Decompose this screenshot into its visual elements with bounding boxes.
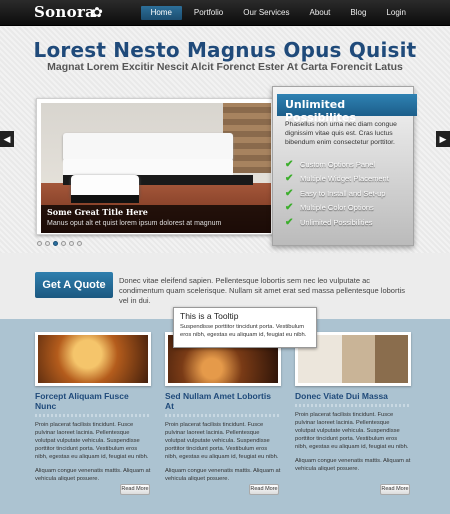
feature-label: Unlimited Possibilities bbox=[300, 217, 373, 227]
nav-our-services[interactable]: Our Services bbox=[235, 6, 297, 20]
slider-prev-button[interactable]: ◀ bbox=[0, 131, 14, 147]
column-title[interactable]: Donec Viate Dui Massa bbox=[295, 391, 411, 401]
tooltip-title: This is a Tooltip bbox=[180, 311, 239, 321]
check-icon: ✔ bbox=[285, 173, 294, 185]
arrow-left-icon: ◀ bbox=[3, 134, 11, 144]
slider-dot[interactable] bbox=[61, 241, 66, 246]
content-column: Donec Viate Dui Massa Proin placerat fac… bbox=[295, 332, 411, 473]
feature-item: ✔ Multiple Widget Placement bbox=[285, 172, 413, 187]
feature-label: Custom Options Panel bbox=[300, 159, 376, 169]
column-divider bbox=[165, 414, 281, 417]
feature-list: ✔ Custom Options Panel ✔ Multiple Widget P… bbox=[285, 157, 413, 230]
slide-caption: Some Great Title Here Manus oput alt et … bbox=[41, 205, 271, 233]
get-quote-button[interactable]: Get A Quote bbox=[35, 272, 113, 298]
nav-home[interactable]: Home bbox=[140, 6, 182, 20]
tooltip: This is a Tooltip Suspendisse porttitor … bbox=[173, 307, 317, 348]
nav-login[interactable]: Login bbox=[378, 6, 414, 20]
hero-title: Lorest Nesto Magnus Opus Quisit bbox=[33, 38, 417, 62]
feature-label: Easy to Install and Set-up bbox=[300, 188, 386, 198]
check-icon: ✔ bbox=[285, 216, 294, 228]
read-more-button[interactable]: Read More bbox=[120, 484, 150, 495]
panel-heading: Unlimited Possibilites bbox=[277, 94, 417, 124]
main-nav: Home Portfolio Our Services About Blog L… bbox=[137, 6, 414, 20]
nav-about[interactable]: About bbox=[302, 6, 339, 20]
slider-frame[interactable]: Some Great Title Here Manus oput alt et … bbox=[36, 98, 274, 235]
features-panel: Unlimited Possibilites Phasellus non urn… bbox=[272, 86, 417, 246]
check-icon: ✔ bbox=[285, 202, 294, 214]
content-column: Sed Nullam Amet Lobortis At Proin placer… bbox=[165, 332, 281, 483]
panel-description: Phasellus non urna nec diam congue digni… bbox=[285, 121, 397, 146]
slider-dot[interactable] bbox=[37, 241, 42, 246]
caption-text: Manus oput alt et quist lorem ipsum dolo… bbox=[47, 220, 222, 227]
slider-dot[interactable] bbox=[53, 241, 58, 246]
slider-next-button[interactable]: ▶ bbox=[436, 131, 450, 147]
column-divider bbox=[35, 414, 151, 417]
quote-text: Donec vitae eleifend sapien. Pellentesqu… bbox=[119, 276, 405, 305]
column-text-secondary: Aliquam congue venenatis mattis. Aliquam… bbox=[35, 468, 151, 482]
nav-portfolio[interactable]: Portfolio bbox=[186, 6, 231, 20]
slider-dot[interactable] bbox=[45, 241, 50, 246]
check-icon: ✔ bbox=[285, 187, 294, 199]
tooltip-text: Suspendisse porttitor tincidunt porta. V… bbox=[180, 324, 307, 338]
flower-icon: ✿ bbox=[91, 4, 103, 20]
column-text: Proin placerat facilisis tincidunt. Fusc… bbox=[165, 422, 279, 460]
column-thumbnail[interactable] bbox=[35, 332, 151, 386]
top-navigation-bar: Sonora ✿ Home Portfolio Our Services Abo… bbox=[0, 0, 450, 26]
column-divider bbox=[295, 404, 411, 407]
ottoman-base bbox=[71, 195, 139, 203]
column-text-secondary: Aliquam congue venenatis mattis. Aliquam… bbox=[295, 458, 411, 472]
column-text: Proin placerat facilisis tincidunt. Fusc… bbox=[35, 422, 149, 460]
column-title[interactable]: Sed Nullam Amet Lobortis At bbox=[165, 391, 281, 411]
content-column: Forcept Aliquam Fusce Nunc Proin placera… bbox=[35, 332, 151, 483]
sofa-back bbox=[63, 133, 233, 161]
column-text: Proin placerat facilisis tincidunt. Fusc… bbox=[295, 412, 409, 450]
column-text-secondary: Aliquam congue venenatis mattis. Aliquam… bbox=[165, 468, 281, 482]
feature-item: ✔ Easy to Install and Set-up bbox=[285, 186, 413, 201]
column-title[interactable]: Forcept Aliquam Fusce Nunc bbox=[35, 391, 151, 411]
feature-item: ✔ Unlimited Possibilities bbox=[285, 215, 413, 230]
hero-subtitle: Magnat Lorem Excitir Nescit Alcit Forenc… bbox=[47, 61, 403, 73]
arrow-right-icon: ▶ bbox=[439, 134, 447, 144]
check-icon: ✔ bbox=[285, 158, 294, 170]
feature-label: Multiple Color Options bbox=[300, 203, 374, 213]
feature-item: ✔ Custom Options Panel bbox=[285, 157, 413, 172]
read-more-button[interactable]: Read More bbox=[380, 484, 410, 495]
caption-title: Some Great Title Here bbox=[47, 207, 148, 217]
feature-label: Multiple Widget Placement bbox=[300, 174, 389, 184]
feature-item: ✔ Multiple Color Options bbox=[285, 201, 413, 216]
slider-dot[interactable] bbox=[77, 241, 82, 246]
site-logo[interactable]: Sonora bbox=[34, 3, 95, 21]
slider-pagination bbox=[37, 241, 82, 246]
read-more-button[interactable]: Read More bbox=[249, 484, 279, 495]
nav-blog[interactable]: Blog bbox=[342, 6, 374, 20]
slider-dot[interactable] bbox=[69, 241, 74, 246]
